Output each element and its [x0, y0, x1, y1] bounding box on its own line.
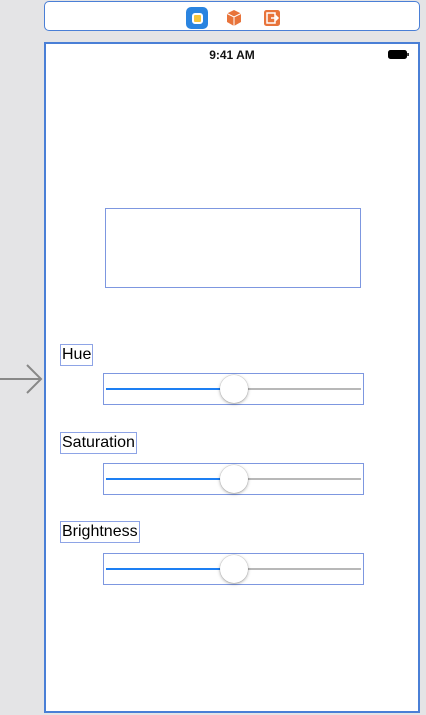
view-controller-canvas[interactable]: 9:41 AM Hue Saturation Brightness [44, 42, 420, 713]
first-responder-icon[interactable] [225, 9, 243, 27]
storyboard-entry-arrow-icon[interactable] [0, 361, 46, 397]
saturation-slider[interactable] [103, 463, 364, 495]
brightness-slider-max-track [233, 568, 361, 570]
hue-slider[interactable] [103, 373, 364, 405]
brightness-slider-thumb[interactable] [219, 555, 248, 583]
saturation-slider-max-track [233, 478, 361, 480]
saturation-label[interactable]: Saturation [60, 432, 137, 454]
brightness-slider-min-track [106, 568, 234, 570]
scene-dock [44, 1, 420, 31]
color-preview-view[interactable] [105, 208, 361, 288]
view-controller-icon-inner [191, 12, 203, 24]
hue-label[interactable]: Hue [60, 344, 94, 366]
saturation-slider-thumb[interactable] [219, 465, 248, 493]
hue-slider-min-track [106, 388, 234, 390]
hue-slider-thumb[interactable] [219, 375, 248, 403]
saturation-slider-min-track [106, 478, 234, 480]
brightness-slider[interactable] [103, 553, 364, 585]
status-bar-time: 9:41 AM [209, 48, 255, 62]
exit-icon[interactable] [263, 9, 281, 27]
brightness-label[interactable]: Brightness [60, 521, 140, 543]
battery-icon [388, 50, 409, 59]
view-controller-icon[interactable] [186, 7, 208, 29]
hue-slider-max-track [233, 388, 361, 390]
